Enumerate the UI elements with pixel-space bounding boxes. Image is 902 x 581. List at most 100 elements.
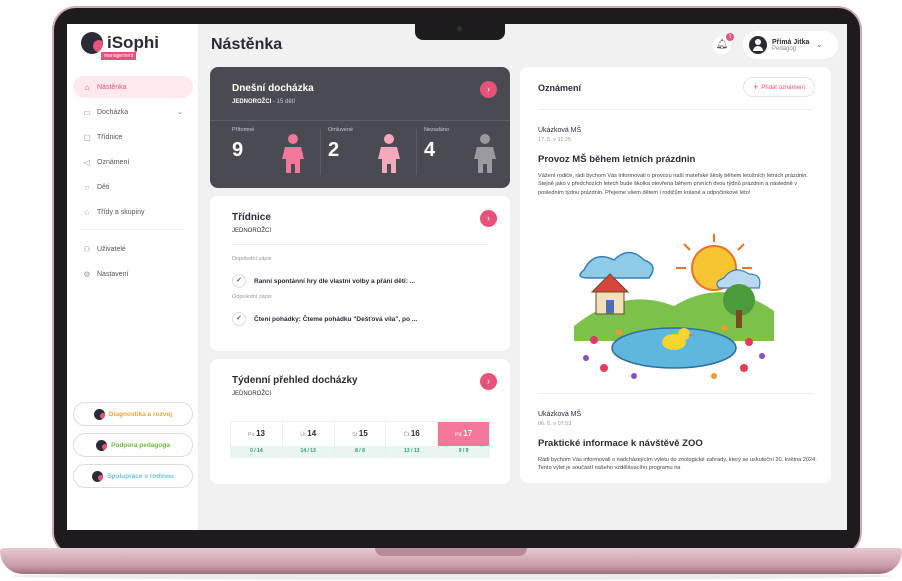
weekly-attendance-card: Týdenní přehled docházky JEDNOROŽCI › Po… [210, 359, 510, 484]
divider [416, 129, 417, 175]
sidebar-item-label: Uživatelé [97, 245, 126, 253]
stat-present: Přítomné 9 [232, 127, 322, 179]
day-date: 14 [307, 429, 317, 438]
stat-label: Přítomné [232, 127, 255, 133]
child-excused-icon [378, 134, 400, 173]
laptop-mockup: iSophi management ⌂ Nástěnka ▭ Docházka … [0, 0, 902, 581]
camera-notch [415, 22, 505, 40]
add-announcement-button[interactable]: + Přidat oznámení [743, 77, 815, 97]
tridnice-title: Třídnice [232, 212, 271, 223]
day-count: 0 / 14 [231, 446, 282, 457]
announcement-date: 17. 5. v 11:25 [538, 137, 571, 143]
user-info: Přímá Jitka Pedagog [772, 39, 809, 52]
day-count: 8 / 8 [334, 446, 386, 457]
sidebar-item-nastaveni[interactable]: ⚙ Nastavení [73, 263, 193, 285]
child-unset-icon [474, 134, 496, 173]
divider [538, 393, 813, 394]
day-date: 16 [410, 429, 420, 438]
app-logo[interactable]: iSophi [81, 32, 159, 54]
button-label: Přidat oznámení [761, 85, 805, 91]
attendance-open-button[interactable]: › [480, 81, 497, 98]
day-date: 17 [463, 429, 473, 438]
sidebar-item-deti[interactable]: ○ Děti [73, 176, 193, 198]
day-column-today[interactable]: Pá 17 9 / 9 [437, 421, 490, 458]
entry-text: Čtení pohádky: Čteme pohádku "Dešťová ví… [254, 315, 418, 323]
attendance-card: Dnešní docházka JEDNOROŽCI - 15 dětí › P… [210, 67, 510, 188]
sidebar-item-oznameni[interactable]: ◁ Oznámení [73, 151, 193, 173]
announcement-date: 06. 5. v 07:53 [538, 421, 572, 427]
day-name: St [352, 432, 358, 438]
day-header: Út 14 [283, 422, 334, 446]
diagnostika-button[interactable]: Diagnostika a rozvoj [73, 402, 193, 426]
day-name: Pá [455, 432, 462, 438]
users-icon: ⚇ [83, 244, 91, 254]
bell-icon[interactable]: 🔔︎ 1 [713, 33, 734, 54]
announcement-body: Rádi bychom Vás informovali o nadcházejí… [538, 457, 817, 472]
divider [320, 129, 321, 175]
entry-text: Ranní spontánní hry dle vlastní volby a … [254, 277, 416, 285]
sidebar-item-tridy[interactable]: ☆ Třídy a skupiny [73, 201, 193, 223]
stat-unset: Nezadáno 4 [424, 127, 514, 179]
day-header: Pá 17 [438, 422, 489, 446]
sidebar-item-label: Třídnice [97, 133, 123, 141]
day-column[interactable]: Po 13 0 / 14 [230, 421, 282, 458]
weekly-open-button[interactable]: › [480, 373, 497, 390]
logo-icon [81, 32, 103, 54]
announcements-card: Oznámení + Přidat oznámení Ukázková MŠ 17… [520, 67, 831, 483]
tridnice-open-button[interactable]: › [480, 210, 497, 227]
check-icon: ✓ [232, 312, 246, 326]
calendar-icon: ▭ [83, 107, 91, 117]
day-column[interactable]: St 15 8 / 8 [333, 421, 386, 458]
sidebar-item-tridnice[interactable]: ▢ Třídnice [73, 126, 193, 148]
megaphone-icon: ◁ [83, 157, 91, 167]
section-label: Odpolední zápis [232, 294, 272, 300]
sidebar-item-label: Oznámení [97, 158, 130, 166]
nav-divider [81, 229, 185, 230]
day-header: Čt 16 [386, 422, 437, 446]
sidebar-item-uzivatele[interactable]: ⚇ Uživatelé [73, 238, 193, 260]
avatar [749, 36, 767, 54]
star-icon: ☆ [83, 207, 91, 217]
day-date: 15 [358, 429, 368, 438]
class-name: JEDNOROŽCI [232, 99, 272, 105]
user-role: Pedagog [772, 45, 797, 52]
sidebar-item-label: Nastavení [97, 270, 129, 278]
day-count: 14 / 13 [282, 446, 334, 457]
summer-illustration [574, 234, 774, 379]
tridnice-entry[interactable]: ✓ Čtení pohádky: Čteme pohádku "Dešťová … [232, 312, 417, 326]
podpora-button[interactable]: Podpora pedagoga [73, 433, 193, 457]
day-date: 13 [256, 429, 265, 438]
sidebar: iSophi management ⌂ Nástěnka ▭ Docházka … [67, 24, 199, 530]
logo-icon [93, 408, 105, 420]
divider [232, 244, 488, 245]
notification-badge: 1 [726, 33, 734, 41]
user-menu[interactable]: Přímá Jitka Pedagog ⌄ [743, 31, 838, 59]
day-name: Čt [403, 432, 410, 438]
check-icon: ✓ [232, 274, 246, 288]
stat-value: 2 [328, 139, 340, 161]
day-column[interactable]: Čt 16 13 / 13 [385, 421, 438, 458]
sidebar-item-nastenka[interactable]: ⌂ Nástěnka [73, 76, 193, 98]
tridnice-entry[interactable]: ✓ Ranní spontánní hry dle vlastní volby … [232, 274, 415, 288]
day-count: 9 / 9 [438, 446, 489, 457]
gear-icon: ⚙ [83, 269, 91, 279]
child-icon: ○ [84, 182, 90, 192]
chevron-down-icon[interactable]: ⌄ [177, 108, 183, 116]
week-days: Po 13 0 / 14 Út 14 14 / 13 St 15 8 / 8 Č… [230, 421, 490, 458]
announcement-heading[interactable]: Praktické informace k návštěvě ZOO [538, 438, 703, 449]
weekly-title: Týdenní přehled docházky [232, 375, 358, 386]
spoluprace-button[interactable]: Spolupráce s rodinou [73, 464, 193, 488]
logo-icon [96, 439, 108, 451]
tridnice-class: JEDNOROŽCI [232, 228, 271, 234]
children-count: - 15 dětí [273, 99, 296, 105]
day-name: Po [247, 432, 255, 438]
logo-text: iSophi [107, 33, 159, 52]
announcement-heading[interactable]: Provoz MŠ během letních prázdnin [538, 154, 695, 165]
attendance-class: JEDNOROŽCI - 15 dětí [232, 99, 295, 105]
sidebar-item-dochazka[interactable]: ▭ Docházka ⌄ [73, 101, 193, 123]
user-name: Přímá Jitka [772, 38, 810, 46]
day-header: St 15 [335, 422, 386, 446]
pill-label: Podpora pedagoga [111, 441, 170, 449]
day-column[interactable]: Út 14 14 / 13 [281, 421, 334, 458]
sidebar-item-label: Nástěnka [97, 83, 127, 91]
